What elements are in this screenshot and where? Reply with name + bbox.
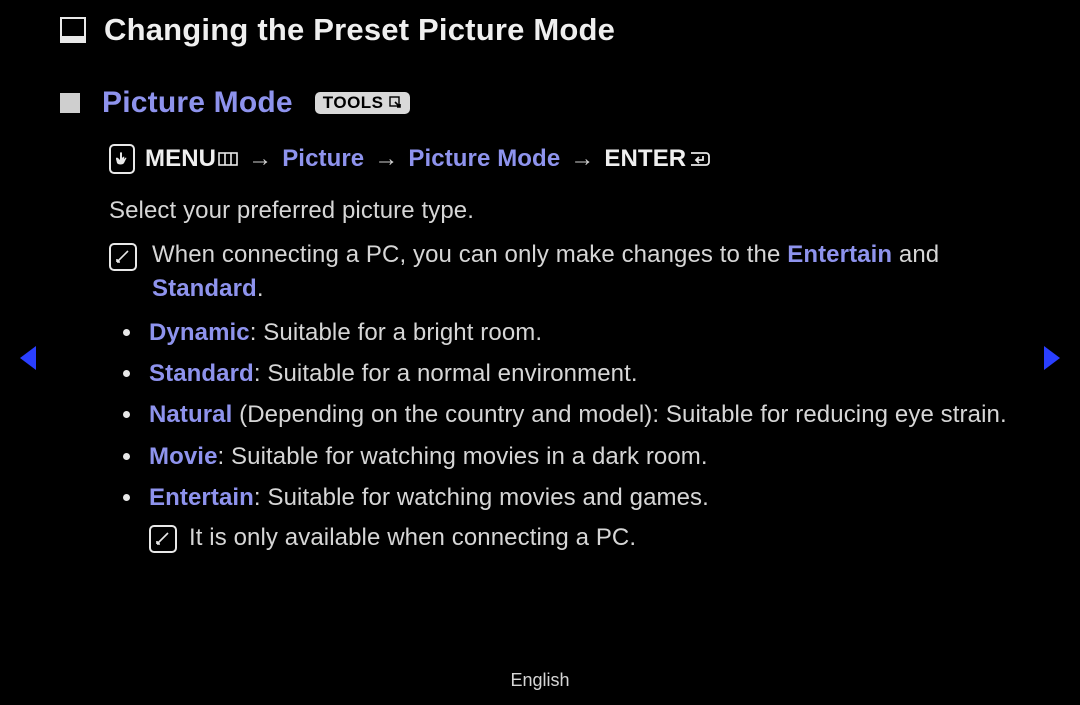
book-icon (60, 17, 86, 43)
mode-desc: : Suitable for a normal environment. (254, 360, 638, 387)
mode-name: Entertain (149, 484, 254, 511)
intro-text: Select your preferred picture type. (109, 194, 1020, 228)
next-page-arrow[interactable] (1044, 346, 1060, 370)
mode-qualifier: (Depending on the country and model) (232, 401, 652, 428)
manual-page: Changing the Preset Picture Mode Picture… (0, 0, 1080, 705)
mode-name: Movie (149, 443, 218, 470)
list-item: Natural (Depending on the country and mo… (109, 398, 1020, 432)
menu-path: MENU → Picture → Picture Mode → ENTER (109, 142, 1020, 176)
note-mid: and (892, 241, 939, 268)
tools-badge: TOOLS (315, 92, 410, 114)
enter-text: ENTER (604, 142, 686, 176)
note-pre: When connecting a PC, you can only make … (152, 241, 787, 268)
subtitle-row: Picture Mode TOOLS (60, 86, 1020, 120)
entertain-subnote-text: It is only available when connecting a P… (189, 521, 636, 555)
arrow: → (570, 142, 594, 176)
menu-label: MENU (145, 142, 238, 176)
note-icon (149, 525, 177, 553)
pc-note: When connecting a PC, you can only make … (109, 238, 1020, 306)
mode-desc: : Suitable for watching movies and games… (254, 484, 709, 511)
footer-language: English (0, 670, 1080, 691)
body: MENU → Picture → Picture Mode → ENTER (109, 142, 1020, 555)
entertain-subnote: It is only available when connecting a P… (149, 521, 1020, 555)
section-subtitle: Picture Mode (102, 86, 293, 120)
mode-desc: : Suitable for watching movies in a dark… (218, 443, 708, 470)
menu-icon (218, 152, 238, 166)
path-seg-picture: Picture (282, 142, 364, 176)
mode-list: Dynamic: Suitable for a bright room. Sta… (109, 316, 1020, 554)
mode-desc: : Suitable for a bright room. (250, 319, 542, 346)
list-item: Movie: Suitable for watching movies in a… (109, 440, 1020, 474)
note-hl-entertain: Entertain (787, 241, 892, 268)
hand-icon (109, 144, 135, 174)
mode-name: Dynamic (149, 319, 250, 346)
pc-note-text: When connecting a PC, you can only make … (152, 238, 1020, 306)
note-hl-standard: Standard (152, 275, 257, 302)
list-item: Dynamic: Suitable for a bright room. (109, 316, 1020, 350)
menu-text: MENU (145, 142, 216, 176)
tools-label: TOOLS (323, 93, 384, 113)
note-post: . (257, 275, 264, 302)
enter-label: ENTER (604, 142, 710, 176)
content-area: Changing the Preset Picture Mode Picture… (60, 12, 1020, 562)
list-item: Standard: Suitable for a normal environm… (109, 357, 1020, 391)
mode-name: Standard (149, 360, 254, 387)
square-bullet-icon (60, 93, 80, 113)
page-title: Changing the Preset Picture Mode (104, 12, 615, 48)
arrow: → (248, 142, 272, 176)
mode-name: Natural (149, 401, 232, 428)
arrow: → (374, 142, 398, 176)
mode-desc: : Suitable for reducing eye strain. (652, 401, 1006, 428)
list-item: Entertain: Suitable for watching movies … (109, 481, 1020, 555)
tools-icon (388, 96, 402, 110)
enter-icon (688, 151, 710, 167)
prev-page-arrow[interactable] (20, 346, 36, 370)
note-icon (109, 243, 137, 271)
path-seg-picture-mode: Picture Mode (408, 142, 560, 176)
title-row: Changing the Preset Picture Mode (60, 12, 1020, 48)
